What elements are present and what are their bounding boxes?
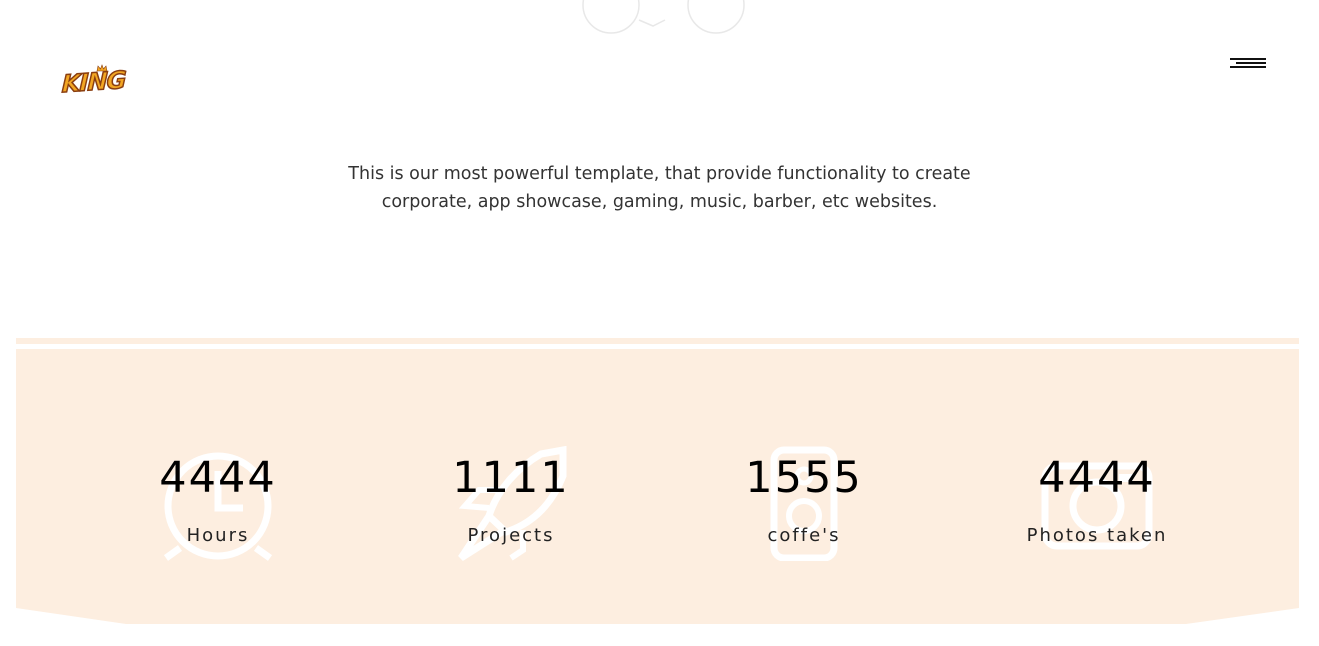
page: KING This is our most powerful template,… [0,0,1319,646]
top-decorative-icons [582,0,745,34]
menu-button[interactable] [1228,58,1268,74]
stat-number: 4444 [159,453,277,503]
hamburger-icon-line [1230,66,1266,68]
hamburger-icon-line [1236,62,1266,64]
stats-bottom-shape [16,608,1299,626]
stat-label: coffe's [767,525,841,546]
stat-coffees: 1555 coffe's [684,446,924,566]
stat-label: Photos taken [1026,525,1168,546]
stats-top-divider [16,338,1299,344]
stat-hours: 4444 Hours [98,446,338,566]
stat-photos: 4444 Photos taken [977,446,1217,566]
logo[interactable]: KING [61,64,130,106]
intro-line-2: corporate, app showcase, gaming, music, … [381,192,938,212]
intro-line-1: This is our most powerful template, that… [348,164,971,184]
logo-text: KING [61,65,127,99]
stat-label: Projects [467,525,555,546]
hamburger-icon-line [1230,58,1266,60]
stat-number: 4444 [1038,453,1156,503]
intro-description: This is our most powerful template, that… [0,160,1319,216]
stat-number: 1111 [452,453,570,503]
stat-number: 1555 [745,453,863,503]
stat-label: Hours [186,525,250,546]
stat-projects: 1111 Projects [391,446,631,566]
